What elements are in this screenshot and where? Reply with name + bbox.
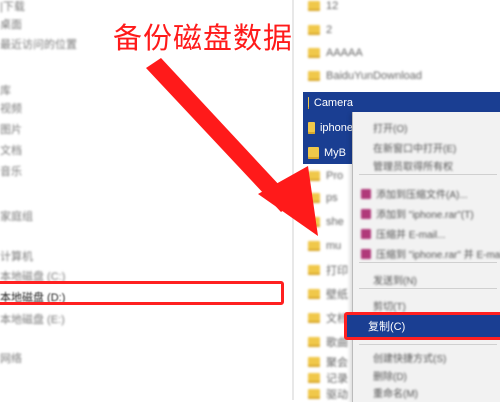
annotation-arrow: [146, 58, 318, 236]
